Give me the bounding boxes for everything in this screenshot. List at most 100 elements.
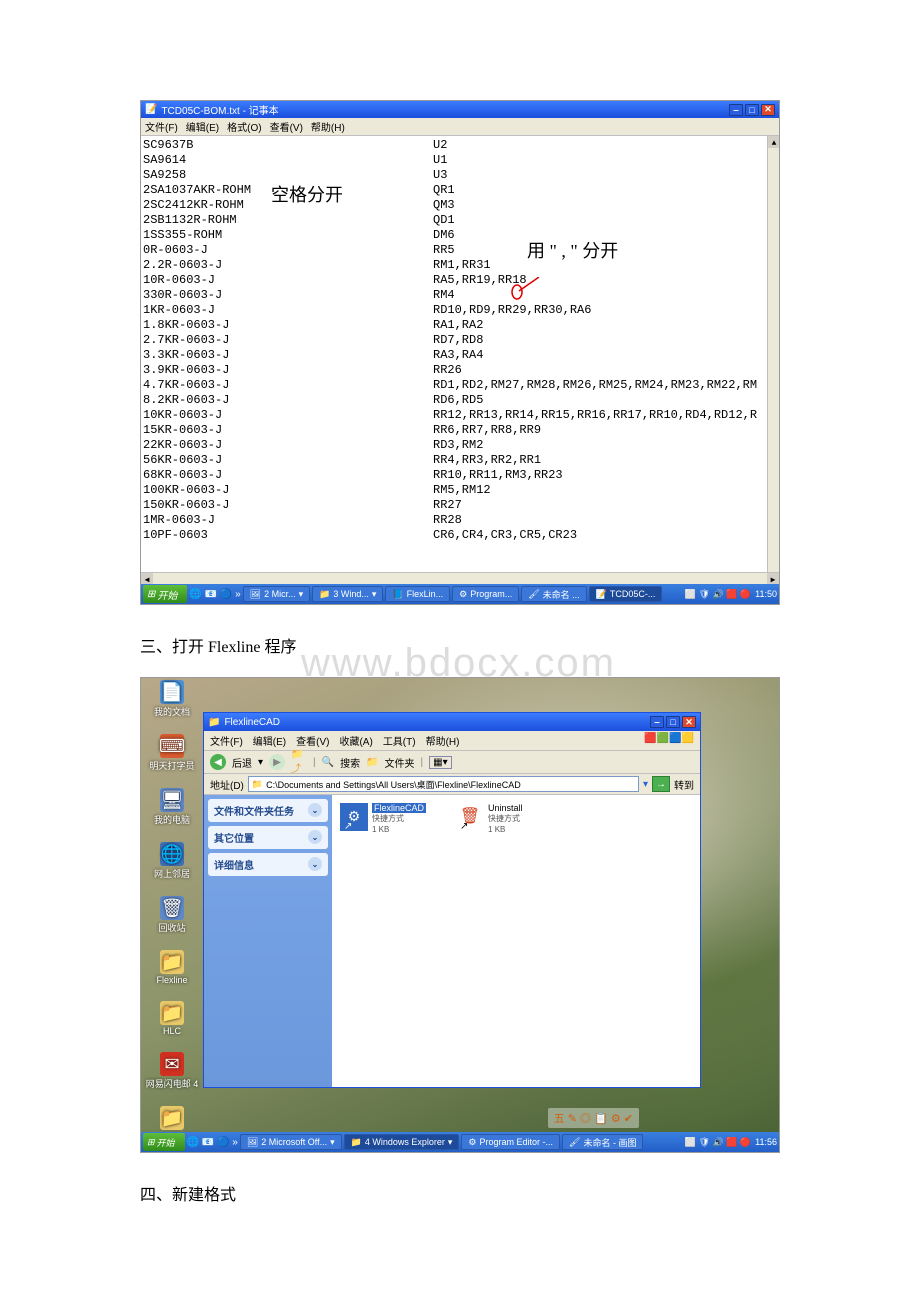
chevron-icon[interactable]: ⌄ bbox=[308, 830, 322, 844]
bom-partnum: 10PF-0603 bbox=[143, 528, 433, 543]
tray-icons[interactable]: ⬜ 🛡 🔊 🟥 🔴 bbox=[685, 589, 751, 600]
bom-refs: RM4 bbox=[433, 288, 779, 303]
start-icon: ⊞ bbox=[147, 589, 155, 600]
task-item[interactable]: 🖌未命名 ... bbox=[521, 586, 586, 602]
forward-icon[interactable]: ▶ bbox=[269, 754, 285, 770]
search-icon[interactable]: 🔍 bbox=[322, 757, 334, 768]
svg-text:↗: ↗ bbox=[460, 821, 468, 831]
search-button[interactable]: 搜索 bbox=[340, 755, 360, 770]
maximize-button[interactable]: □ bbox=[666, 716, 680, 728]
bom-partnum: SA9614 bbox=[143, 153, 433, 168]
chevron-icon[interactable]: ⌄ bbox=[308, 857, 322, 871]
icon-label: 网上邻居 bbox=[154, 867, 190, 880]
back-button[interactable]: 后退 bbox=[232, 755, 252, 770]
folders-icon[interactable]: 📁 bbox=[366, 757, 378, 768]
start-button[interactable]: ⊞ 开始 bbox=[143, 585, 187, 603]
bom-partnum: 2.2R-0603-J bbox=[143, 258, 433, 273]
task-item[interactable]: 📁3 Wind...▾ bbox=[312, 586, 383, 602]
app-icon: 🗑 bbox=[160, 896, 184, 920]
desktop-icon[interactable]: ⌨明天打字员 bbox=[143, 734, 201, 772]
task-item[interactable]: 🖌未命名 - 画图 bbox=[562, 1134, 643, 1150]
notepad-content[interactable]: SC9637BSA9614SA92582SA1037AKR-ROHM2SC241… bbox=[141, 136, 779, 584]
menu-help[interactable]: 帮助(H) bbox=[426, 733, 460, 748]
up-icon[interactable]: 📁⤴ bbox=[291, 754, 307, 770]
bom-refs: U3 bbox=[433, 168, 779, 183]
svg-text:↗: ↗ bbox=[344, 821, 352, 831]
notepad-menubar: 文件(F) 编辑(E) 格式(O) 查看(V) 帮助(H) bbox=[141, 118, 779, 136]
bom-refs: U1 bbox=[433, 153, 779, 168]
view-icon[interactable]: ▦▾ bbox=[429, 756, 451, 769]
desktop-icon[interactable]: 📄我的文档 bbox=[143, 680, 201, 718]
desktop-icon[interactable]: 🌐网上邻居 bbox=[143, 842, 201, 880]
menu-file[interactable]: 文件(F) bbox=[210, 733, 243, 748]
desktop-icon[interactable]: 📁HLC bbox=[143, 1001, 201, 1036]
address-bar: 地址(D) 📁 C:\Documents and Settings\All Us… bbox=[204, 774, 700, 795]
file-item[interactable]: ⚙↗FlexlineCAD快捷方式1 KB bbox=[340, 803, 426, 834]
taskbar: ⊞ 开始 🌐 📧 🔵 » 🖼2 Microsoft Off...▾ 📁4 Win… bbox=[141, 1132, 779, 1152]
close-button[interactable]: ✕ bbox=[682, 716, 696, 728]
scrollbar-horizontal[interactable]: ◀ ▶ bbox=[141, 572, 779, 584]
desktop-icon[interactable]: ✉网易闪电邮 4 bbox=[143, 1052, 201, 1090]
file-list[interactable]: ⚙↗FlexlineCAD快捷方式1 KB 🗑↗Uninstall快捷方式1 KB bbox=[332, 795, 700, 1087]
bom-refs: RA3,RA4 bbox=[433, 348, 779, 363]
file-item[interactable]: 🗑↗Uninstall快捷方式1 KB bbox=[456, 803, 523, 834]
sidebar-panel-details[interactable]: 详细信息⌄ bbox=[208, 853, 328, 876]
go-button[interactable]: → bbox=[652, 776, 670, 792]
bom-partnum: 2SB1132R-ROHM bbox=[143, 213, 433, 228]
ime-toolbar[interactable]: 五 ✎ ◎ 📋 ⚙ ✔ bbox=[548, 1108, 639, 1128]
bom-refs: QR1 bbox=[433, 183, 779, 198]
scroll-left-icon[interactable]: ◀ bbox=[141, 573, 153, 584]
menu-view[interactable]: 查看(V) bbox=[296, 733, 329, 748]
close-button[interactable]: ✕ bbox=[761, 104, 775, 116]
desktop-icon[interactable]: 📁Flexline bbox=[143, 950, 201, 985]
menu-format[interactable]: 格式(O) bbox=[227, 119, 261, 134]
window-title: TCD05C-BOM.txt - 记事本 bbox=[161, 102, 278, 117]
chevron-icon[interactable]: ⌄ bbox=[308, 803, 322, 817]
menu-help[interactable]: 帮助(H) bbox=[311, 119, 345, 134]
bom-refs: RR27 bbox=[433, 498, 779, 513]
task-item[interactable]: 🖼2 Micr...▾ bbox=[243, 586, 310, 602]
system-tray[interactable]: ⬜ 🛡 🔊 🟥 🔴 11:56 bbox=[685, 1137, 777, 1148]
menu-edit[interactable]: 编辑(E) bbox=[253, 733, 286, 748]
desktop-screenshot: 📄我的文档 ⌨明天打字员 🖥我的电脑 🌐网上邻居 🗑回收站 📁Flexline 📁HLC ✉网… bbox=[140, 677, 780, 1153]
task-item[interactable]: 🖼2 Microsoft Off...▾ bbox=[240, 1134, 342, 1150]
go-label[interactable]: 转到 bbox=[674, 777, 694, 792]
menu-view[interactable]: 查看(V) bbox=[270, 119, 303, 134]
address-input[interactable]: 📁 C:\Documents and Settings\All Users\桌面… bbox=[248, 776, 639, 792]
section-caption-3: 三、打开 Flexline 程序 bbox=[140, 633, 780, 657]
sidebar-panel-other[interactable]: 其它位置⌄ bbox=[208, 826, 328, 849]
start-button[interactable]: ⊞ 开始 bbox=[143, 1133, 185, 1151]
bom-partnum: 1MR-0603-J bbox=[143, 513, 433, 528]
back-icon[interactable]: ◀ bbox=[210, 754, 226, 770]
task-item[interactable]: 📘FlexLin... bbox=[385, 586, 450, 602]
desktop-icon[interactable]: 🗑回收站 bbox=[143, 896, 201, 934]
menu-file[interactable]: 文件(F) bbox=[145, 119, 178, 134]
tray-clock: 11:50 bbox=[755, 589, 777, 599]
maximize-button[interactable]: □ bbox=[745, 104, 759, 116]
scroll-right-icon[interactable]: ▶ bbox=[767, 573, 779, 584]
task-item-active[interactable]: 📝TCD05C-... bbox=[589, 586, 663, 602]
tray-clock: 11:56 bbox=[755, 1137, 777, 1147]
minimize-button[interactable]: ‒ bbox=[729, 104, 743, 116]
system-tray[interactable]: ⬜ 🛡 🔊 🟥 🔴 11:50 bbox=[685, 589, 777, 600]
bom-partnum: 10KR-0603-J bbox=[143, 408, 433, 423]
menu-tools[interactable]: 工具(T) bbox=[383, 733, 416, 748]
quicklaunch[interactable]: 🌐 📧 🔵 » bbox=[187, 1137, 238, 1148]
minimize-button[interactable]: ‒ bbox=[650, 716, 664, 728]
task-item[interactable]: ⚙Program Editor -... bbox=[461, 1134, 560, 1150]
menu-edit[interactable]: 编辑(E) bbox=[186, 119, 219, 134]
task-item-active[interactable]: 📁4 Windows Explorer▾ bbox=[344, 1134, 460, 1150]
scrollbar-vertical[interactable]: ▲ bbox=[767, 136, 779, 572]
sidebar-panel-tasks[interactable]: 文件和文件夹任务⌄ bbox=[208, 799, 328, 822]
folders-button[interactable]: 文件夹 bbox=[385, 755, 415, 770]
tray-icons[interactable]: ⬜ 🛡 🔊 🟥 🔴 bbox=[685, 1137, 751, 1148]
quicklaunch[interactable]: 🌐 📧 🔵 » bbox=[189, 589, 240, 600]
bom-refs: RD1,RD2,RM27,RM28,RM26,RM25,RM24,RM23,RM… bbox=[433, 378, 779, 393]
bom-partnum: 0R-0603-J bbox=[143, 243, 433, 258]
bom-refs: RA5,RR19,RR18 bbox=[433, 273, 779, 288]
desktop-icon[interactable]: 🖥我的电脑 bbox=[143, 788, 201, 826]
task-item[interactable]: ⚙Program... bbox=[452, 586, 519, 602]
icon-label: 我的文档 bbox=[154, 705, 190, 718]
scroll-up-icon[interactable]: ▲ bbox=[768, 136, 779, 148]
menu-fav[interactable]: 收藏(A) bbox=[339, 733, 372, 748]
